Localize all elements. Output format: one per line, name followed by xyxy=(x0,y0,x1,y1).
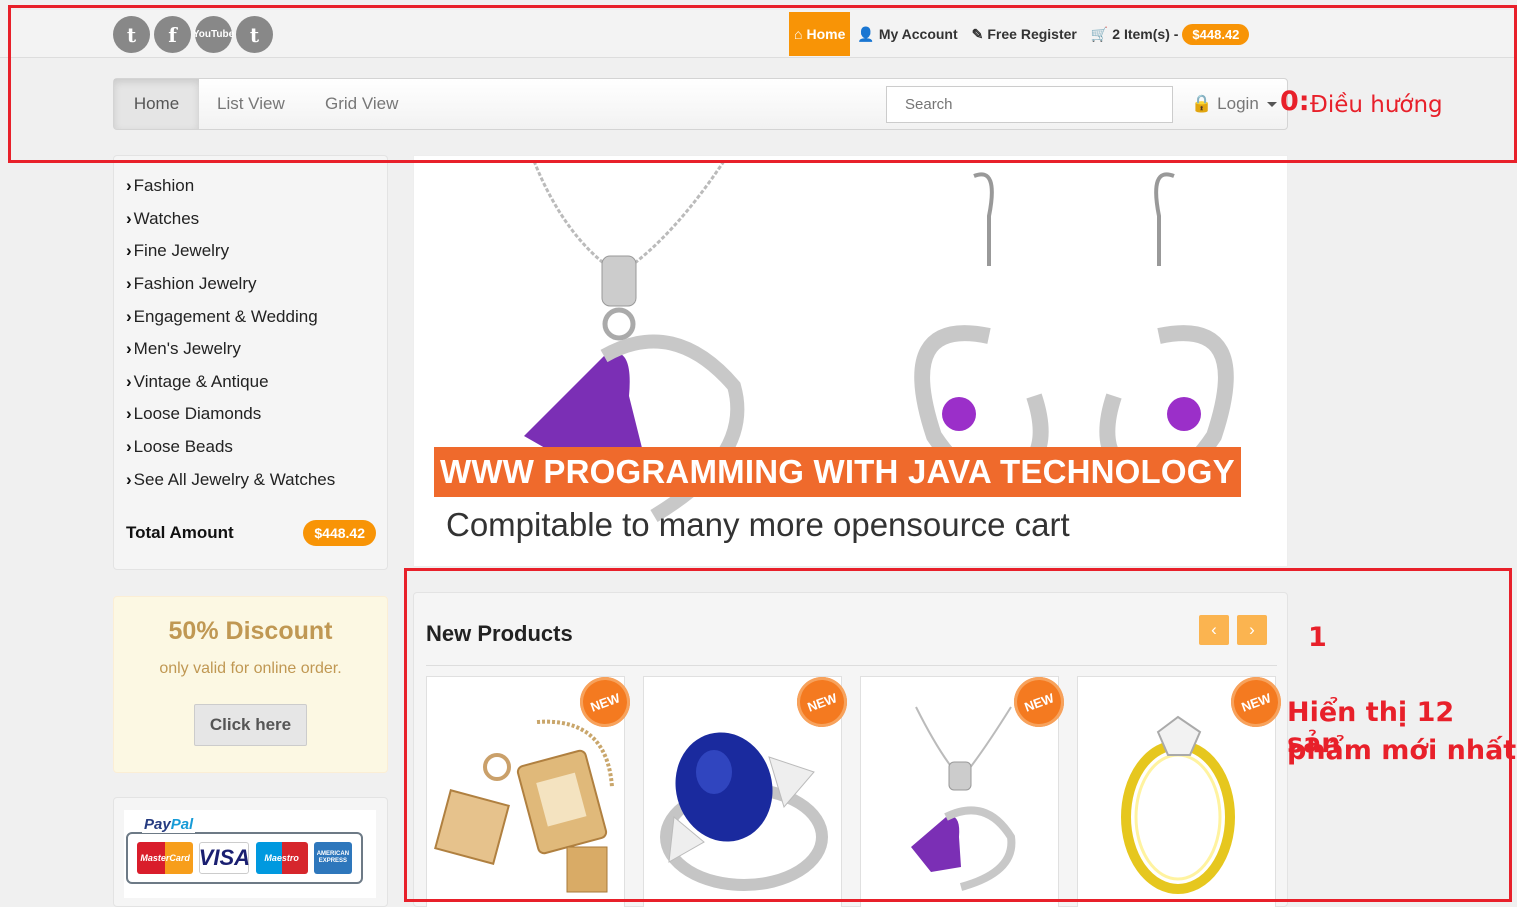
top-nav-home[interactable]: ⌂ Home xyxy=(789,12,851,56)
chevron-right-icon: › xyxy=(126,469,132,489)
card-logos: MasterCard VISA Maestro AMERICAN EXPRESS xyxy=(126,832,363,884)
products-annotation-line2: phẩm mới nhất xyxy=(1287,735,1517,766)
banner-subtitle: Compitable to many more opensource cart xyxy=(446,506,1070,543)
user-icon: 👤 xyxy=(857,25,875,42)
discount-heading: 50% Discount xyxy=(168,617,333,645)
tab-list-view[interactable]: List View xyxy=(217,79,285,129)
chevron-right-icon: › xyxy=(126,404,132,424)
top-nav: ⌂ Home 👤 My Account ✎ Free Register 🛒 2 … xyxy=(789,12,1250,56)
products-annotation-number: 1 xyxy=(1308,622,1327,653)
facebook-icon[interactable]: f xyxy=(154,16,191,53)
chevron-right-icon: › xyxy=(126,437,132,457)
home-icon: ⌂ xyxy=(794,26,803,42)
category-label: Men's Jewelry xyxy=(133,339,241,359)
top-nav-cart[interactable]: 🛒 2 Item(s) - $448.42 xyxy=(1084,12,1250,56)
top-nav-account-label: My Account xyxy=(878,26,958,42)
navigation-annotation-number: 0: xyxy=(1280,86,1310,117)
youtube-icon-top: You xyxy=(192,28,211,40)
category-item[interactable]: › Fashion xyxy=(126,170,387,203)
mastercard-icon: MasterCard xyxy=(137,842,194,874)
category-label: Vintage & Antique xyxy=(133,371,269,391)
category-label: Engagement & Wedding xyxy=(133,306,318,326)
edit-icon: ✎ xyxy=(971,25,984,42)
payment-logos: PayPal MasterCard VISA Maestro AMERICAN … xyxy=(124,810,376,898)
category-list: › Fashion › Watches › Fine Jewelry › Fashion… xyxy=(114,156,387,496)
top-bar: t f You Tube t ⌂ Home 👤 My Account ✎ Free… xyxy=(0,10,1517,58)
amex-icon: AMERICAN EXPRESS xyxy=(313,842,352,874)
chevron-right-icon: › xyxy=(126,339,132,359)
cart-icon: 🛒 xyxy=(1090,25,1109,42)
total-amount-row: Total Amount $448.42 xyxy=(126,520,376,546)
tumblr-icon[interactable]: t xyxy=(236,16,273,53)
category-item[interactable]: › Engagement & Wedding xyxy=(126,300,387,333)
youtube-icon-bottom: Tube xyxy=(211,28,235,40)
product-card[interactable]: NEW xyxy=(643,669,855,907)
category-label: Loose Diamonds xyxy=(133,404,262,424)
cart-total-badge: $448.42 xyxy=(1182,23,1250,45)
top-nav-register[interactable]: ✎ Free Register xyxy=(965,12,1084,56)
carousel-next-button[interactable]: › xyxy=(1237,615,1267,645)
category-item[interactable]: › Vintage & Antique xyxy=(126,366,387,399)
chevron-right-icon: › xyxy=(126,371,132,391)
chevron-right-icon: › xyxy=(126,208,132,228)
banner-title: WWW PROGRAMMING WITH JAVA TECHNOLOGY xyxy=(434,447,1241,497)
category-label: Fine Jewelry xyxy=(133,241,230,261)
category-item[interactable]: › Fashion Jewelry xyxy=(126,268,387,301)
category-item[interactable]: › Watches xyxy=(126,203,387,236)
carousel-prev-button[interactable]: ‹ xyxy=(1199,615,1229,645)
login-label: Login xyxy=(1217,94,1259,113)
product-card[interactable]: NEW xyxy=(860,669,1072,907)
tab-home[interactable]: Home xyxy=(114,79,199,129)
maestro-icon: Maestro xyxy=(255,842,308,874)
paypal-logo: PayPal xyxy=(142,816,196,833)
new-products-heading: New Products xyxy=(426,621,573,646)
social-links: t f You Tube t xyxy=(113,16,273,53)
login-dropdown[interactable]: 🔒 Login xyxy=(1191,79,1277,129)
category-item[interactable]: › Loose Beads xyxy=(126,431,387,464)
hero-banner[interactable]: WWW PROGRAMMING WITH JAVA TECHNOLOGY Com… xyxy=(413,155,1288,567)
lock-icon: 🔒 xyxy=(1191,94,1213,113)
carousel-controls: ‹ › xyxy=(1199,615,1267,645)
chevron-right-icon: › xyxy=(126,274,132,294)
chevron-right-icon: › xyxy=(126,176,132,196)
category-label: See All Jewelry & Watches xyxy=(133,469,336,489)
category-item[interactable]: › Men's Jewelry xyxy=(126,333,387,366)
twitter-icon[interactable]: t xyxy=(113,16,150,53)
top-nav-register-label: Free Register xyxy=(987,26,1077,42)
paypal-logo-pay: Pay xyxy=(144,816,171,833)
caret-down-icon xyxy=(1266,101,1277,107)
product-card[interactable]: NEW xyxy=(1077,669,1289,907)
youtube-icon[interactable]: You Tube xyxy=(192,16,235,53)
chevron-right-icon: › xyxy=(126,241,132,261)
search-input[interactable] xyxy=(886,86,1173,123)
category-label: Loose Beads xyxy=(133,437,233,457)
paypal-logo-pal: Pal xyxy=(170,816,194,833)
top-nav-account[interactable]: 👤 My Account xyxy=(850,12,964,56)
cart-items-label: 2 Item(s) - xyxy=(1112,26,1179,42)
category-item[interactable]: › Fine Jewelry xyxy=(126,235,387,268)
category-item[interactable]: › See All Jewelry & Watches xyxy=(126,463,387,496)
category-label: Fashion xyxy=(133,176,195,196)
discount-text: only valid for online order. xyxy=(159,660,342,677)
divider xyxy=(426,665,1277,666)
category-item[interactable]: › Loose Diamonds xyxy=(126,398,387,431)
category-label: Watches xyxy=(133,208,200,228)
discount-panel: 50% Discount only valid for online order… xyxy=(113,596,388,773)
click-here-button[interactable]: Click here xyxy=(193,704,308,746)
tab-grid-view[interactable]: Grid View xyxy=(325,79,398,129)
payment-panel: PayPal MasterCard VISA Maestro AMERICAN … xyxy=(113,797,388,907)
total-amount-badge: $448.42 xyxy=(303,520,376,546)
category-label: Fashion Jewelry xyxy=(133,274,257,294)
top-nav-home-label: Home xyxy=(806,26,846,42)
category-panel: › Fashion › Watches › Fine Jewelry › Fashion… xyxy=(113,155,388,570)
chevron-right-icon: › xyxy=(126,306,132,326)
new-products-panel: New Products ‹ › NEW NEW NEW NEW xyxy=(413,592,1289,907)
product-card[interactable]: NEW xyxy=(426,669,638,907)
navigation-annotation-label: Điều hướng xyxy=(1310,92,1443,118)
main-navbar: Home List View Grid View 🔒 Login xyxy=(113,78,1288,130)
total-amount-label: Total Amount xyxy=(126,523,234,542)
visa-icon: VISA xyxy=(199,842,250,874)
